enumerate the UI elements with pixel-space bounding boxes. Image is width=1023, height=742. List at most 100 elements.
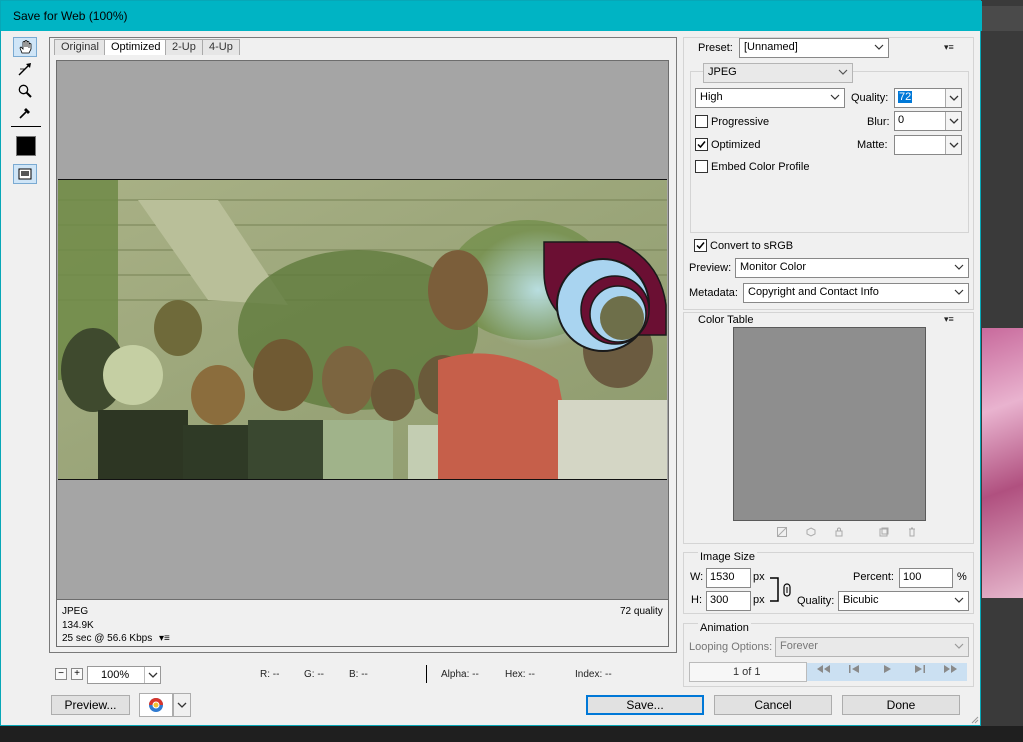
chevron-down-icon xyxy=(874,44,884,50)
eyedropper-icon xyxy=(19,108,30,119)
status-divider xyxy=(426,665,427,683)
percent-unit: % xyxy=(957,571,967,583)
looping-options-label: Looping Options: xyxy=(689,641,773,653)
map-transparent-icon[interactable] xyxy=(777,527,787,537)
percent-value: 100 xyxy=(903,571,922,583)
constrain-proportions-link-icon[interactable] xyxy=(769,577,795,603)
tab-4-up[interactable]: 4-Up xyxy=(202,39,240,55)
last-frame-icon xyxy=(944,665,957,673)
color-table-title: Color Table xyxy=(698,314,754,326)
convert-srgb-label: Convert to sRGB xyxy=(710,240,794,252)
zoom-level-value: 100% xyxy=(101,669,130,681)
preset-select[interactable]: [Unnamed] xyxy=(739,38,889,58)
zoom-dropdown-arrow[interactable] xyxy=(144,667,160,683)
resample-quality-select[interactable]: Bicubic xyxy=(838,591,969,611)
save-button[interactable]: Save... xyxy=(586,695,704,715)
lock-icon[interactable] xyxy=(834,527,844,537)
convert-srgb-checkbox[interactable] xyxy=(694,239,707,252)
quality-input[interactable]: 72 xyxy=(894,88,962,108)
status-alpha: Alpha: -- xyxy=(441,669,479,680)
width-input[interactable]: 1530 xyxy=(706,568,751,588)
first-frame-button[interactable] xyxy=(807,663,839,681)
zoom-tool-button[interactable] xyxy=(13,81,37,101)
browser-preview-button[interactable] xyxy=(139,693,173,717)
slice-select-tool-button[interactable] xyxy=(13,59,37,79)
hand-tool-button[interactable] xyxy=(13,37,37,57)
color-table-grid[interactable] xyxy=(733,327,926,521)
titlebar[interactable]: Save for Web (100%) xyxy=(1,1,982,31)
done-button[interactable]: Done xyxy=(842,695,960,715)
animation-title: Animation xyxy=(698,622,751,634)
preview-mode-select[interactable]: Monitor Color xyxy=(735,258,969,278)
width-unit: px xyxy=(753,571,765,583)
chevron-down-icon xyxy=(954,643,964,649)
status-index: Index: -- xyxy=(575,669,612,680)
play-icon xyxy=(884,665,891,673)
blur-input[interactable]: 0 xyxy=(894,111,962,131)
trash-icon[interactable] xyxy=(907,527,917,537)
eyedropper-tool-button[interactable] xyxy=(13,103,37,123)
next-frame-button[interactable] xyxy=(903,663,935,681)
cancel-button[interactable]: Cancel xyxy=(714,695,832,715)
window-title: Save for Web (100%) xyxy=(13,9,128,23)
tab-original[interactable]: Original xyxy=(54,39,106,55)
preview-image xyxy=(58,179,667,480)
percent-label: Percent: xyxy=(853,571,894,583)
slice-select-icon xyxy=(18,63,31,76)
zoom-in-button[interactable]: + xyxy=(71,668,83,680)
eyedropper-color-swatch[interactable] xyxy=(16,136,36,156)
quality-slider-button[interactable] xyxy=(945,89,961,107)
status-b: B: -- xyxy=(349,669,368,680)
format-select[interactable]: JPEG xyxy=(703,63,853,83)
info-format: JPEG xyxy=(62,606,89,617)
info-file-size: 134.9K xyxy=(62,620,94,631)
optimize-menu-icon[interactable]: ▾≡ xyxy=(944,42,954,53)
resize-grip-icon[interactable] xyxy=(969,714,979,724)
previous-frame-button[interactable] xyxy=(839,663,871,681)
chevron-down-icon xyxy=(148,672,158,678)
first-frame-icon xyxy=(817,665,830,673)
preset-label: Preset: xyxy=(698,42,733,54)
embed-color-profile-checkbox[interactable] xyxy=(695,160,708,173)
optimized-checkbox[interactable] xyxy=(695,138,708,151)
tab-optimized[interactable]: Optimized xyxy=(104,39,168,55)
matte-select[interactable] xyxy=(894,135,962,155)
looping-options-value: Forever xyxy=(780,640,818,652)
download-speed-menu-icon[interactable]: ▾≡ xyxy=(159,633,170,644)
preset-value: [Unnamed] xyxy=(744,41,798,53)
color-table-menu-icon[interactable]: ▾≡ xyxy=(944,314,954,325)
chevron-down-icon xyxy=(954,289,964,295)
height-input[interactable]: 300 xyxy=(706,591,751,611)
format-value: JPEG xyxy=(708,66,737,78)
frame-counter: 1 of 1 xyxy=(733,666,761,678)
status-g: G: -- xyxy=(304,669,324,680)
web-snap-icon[interactable] xyxy=(806,527,816,537)
metadata-select[interactable]: Copyright and Contact Info xyxy=(743,283,969,303)
quality-label: Quality: xyxy=(851,92,889,104)
chevron-down-icon xyxy=(949,118,959,124)
last-frame-button[interactable] xyxy=(935,663,967,681)
preview-mode-value: Monitor Color xyxy=(740,261,807,273)
quality-level-select[interactable]: High xyxy=(695,88,845,108)
checkmark-icon xyxy=(696,242,705,250)
zoom-out-button[interactable]: − xyxy=(55,668,67,680)
blur-value: 0 xyxy=(898,114,905,126)
new-color-icon[interactable] xyxy=(879,527,889,537)
browser-menu-button[interactable] xyxy=(173,693,191,717)
blur-slider-button[interactable] xyxy=(945,112,961,130)
toggle-slices-button[interactable] xyxy=(13,164,37,184)
magnifier-icon xyxy=(18,84,32,98)
image-size-title: Image Size xyxy=(698,551,758,563)
percent-input[interactable]: 100 xyxy=(899,568,953,588)
quality-value: 72 xyxy=(898,91,913,103)
progressive-checkbox[interactable] xyxy=(695,115,708,128)
preview-button[interactable]: Preview... xyxy=(51,695,130,715)
info-quality: 72 quality xyxy=(620,606,663,617)
chevron-down-icon xyxy=(949,142,959,148)
blur-label: Blur: xyxy=(867,116,890,128)
tab-2-up[interactable]: 2-Up xyxy=(165,39,203,55)
desktop-bottom-strip xyxy=(0,726,1023,742)
resample-quality-value: Bicubic xyxy=(843,594,879,606)
matte-dropdown-button[interactable] xyxy=(945,136,961,154)
play-button[interactable] xyxy=(871,663,903,681)
